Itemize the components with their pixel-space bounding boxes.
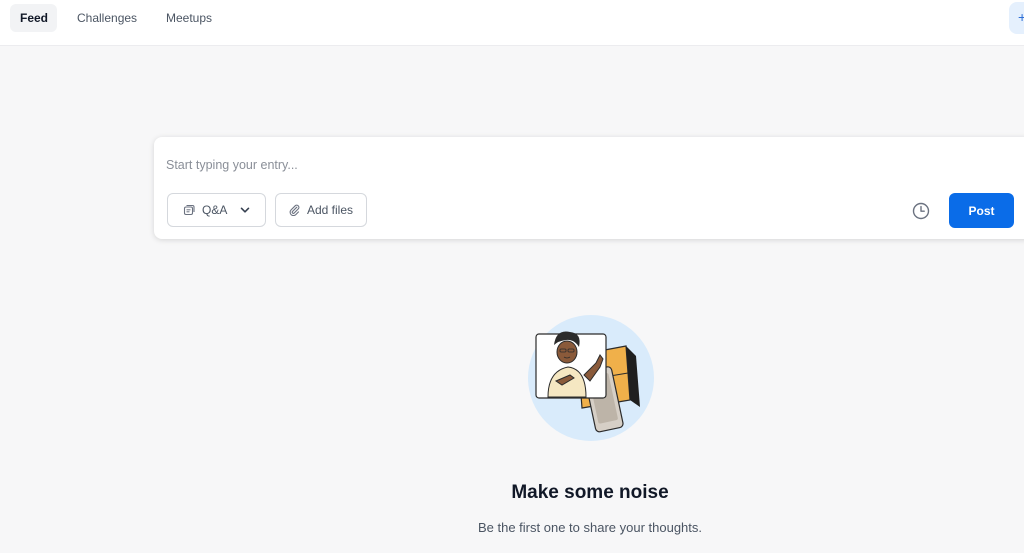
- empty-state-illustration: [528, 315, 654, 441]
- add-files-label: Add files: [307, 203, 354, 217]
- add-files-button[interactable]: Add files: [275, 193, 367, 227]
- empty-state-title: Make some noise: [511, 482, 669, 503]
- tab-feed[interactable]: Feed: [10, 4, 57, 32]
- new-item-button[interactable]: +: [1009, 2, 1024, 34]
- tab-meetups[interactable]: Meetups: [156, 4, 222, 32]
- empty-state-subtitle: Be the first one to share your thoughts.: [477, 520, 703, 535]
- chevron-down-icon: [241, 207, 250, 213]
- qa-icon: [183, 204, 195, 216]
- top-navigation: Feed Challenges Meetups +: [0, 0, 1024, 46]
- clock-icon[interactable]: [911, 201, 931, 221]
- post-type-label: Q&A: [202, 203, 228, 217]
- post-type-dropdown[interactable]: Q&A: [167, 193, 266, 227]
- entry-input[interactable]: [166, 155, 866, 175]
- post-button[interactable]: Post: [949, 193, 1014, 228]
- tab-challenges[interactable]: Challenges: [67, 4, 147, 32]
- entry-composer: Q&A Add files Post: [154, 137, 1024, 239]
- paperclip-icon: [289, 204, 300, 216]
